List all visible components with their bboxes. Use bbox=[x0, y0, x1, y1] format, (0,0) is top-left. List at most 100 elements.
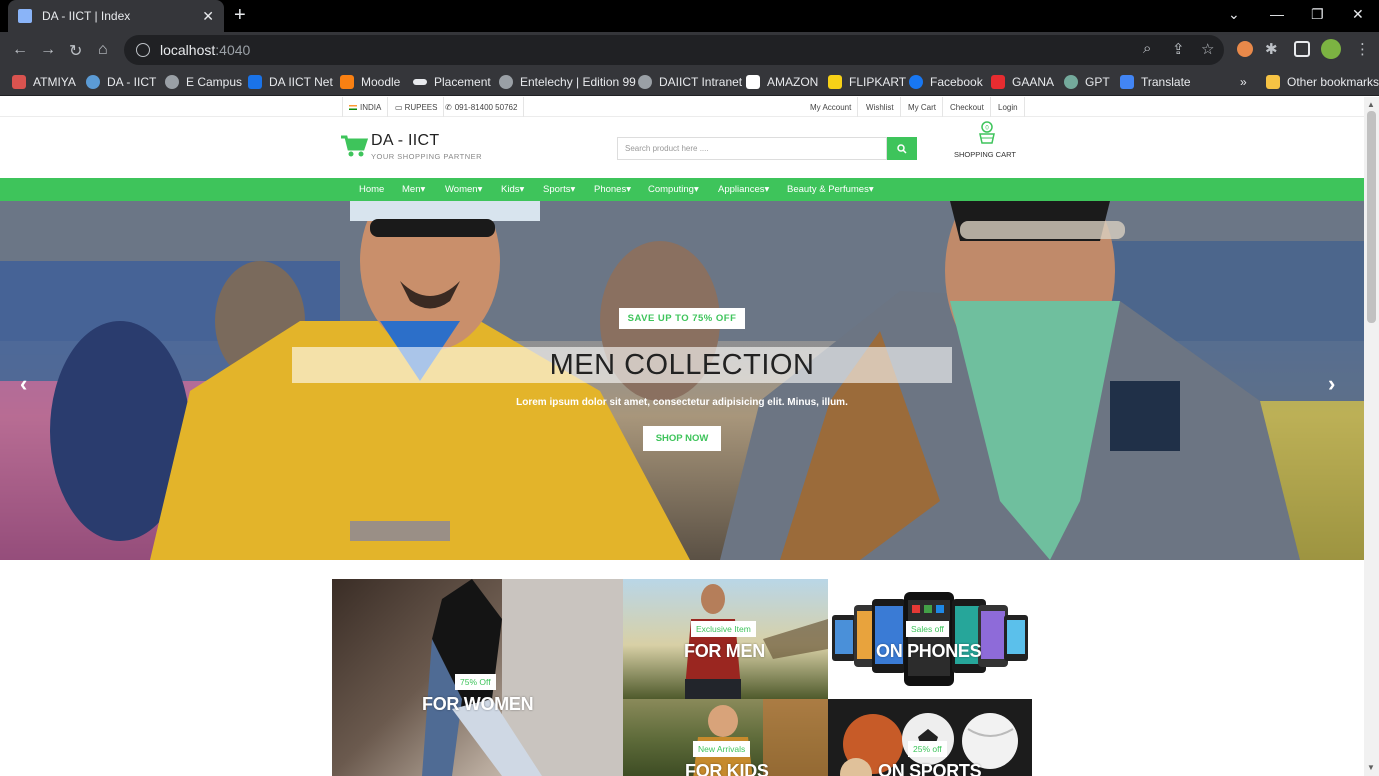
address-bar[interactable]: localhost:4040 bbox=[124, 35, 1224, 65]
search-input[interactable]: Search product here .... bbox=[617, 137, 887, 160]
page-favicon-icon bbox=[18, 9, 32, 23]
nav-sports[interactable]: Sports▾ bbox=[543, 178, 575, 201]
phone-icon: ✆ bbox=[445, 102, 452, 112]
nav-men[interactable]: Men▾ bbox=[402, 178, 425, 201]
shop-now-button[interactable]: SHOP NOW bbox=[643, 426, 721, 451]
nav-appliances[interactable]: Appliances▾ bbox=[718, 178, 769, 201]
link-label: My Cart bbox=[908, 102, 936, 112]
nav-home[interactable]: Home bbox=[359, 178, 384, 201]
url-port: :4040 bbox=[215, 42, 251, 58]
slider-next-icon[interactable]: › bbox=[1328, 371, 1335, 397]
profile-avatar[interactable] bbox=[1321, 39, 1341, 59]
bookmark-entelechy[interactable]: Entelechy | Edition 99 bbox=[499, 74, 636, 90]
bookmark-label: GAANA bbox=[1012, 75, 1055, 89]
site-info-icon[interactable] bbox=[136, 43, 150, 57]
nav-women[interactable]: Women▾ bbox=[445, 178, 482, 201]
extensions-puzzle-icon[interactable]: ✱ bbox=[1265, 40, 1278, 58]
back-icon[interactable]: ← bbox=[12, 41, 28, 59]
maximize-icon[interactable]: ❐ bbox=[1311, 6, 1324, 23]
forward-icon[interactable]: → bbox=[40, 41, 56, 59]
side-panel-icon[interactable] bbox=[1294, 41, 1310, 57]
close-tab-icon[interactable]: ✕ bbox=[202, 8, 214, 25]
login-link[interactable]: Login bbox=[992, 97, 1025, 117]
men-photo bbox=[685, 584, 828, 699]
bookmark-facebook[interactable]: Facebook bbox=[909, 74, 983, 90]
minimize-icon[interactable]: — bbox=[1270, 6, 1284, 22]
shopping-cart-icon[interactable]: 0 bbox=[977, 121, 997, 147]
page-scrollbar[interactable]: ▲ ▼ bbox=[1364, 97, 1379, 776]
other-bookmarks-folder[interactable]: Other bookmarks bbox=[1266, 74, 1379, 90]
bookmark-da-iict-net[interactable]: DA IICT Net bbox=[248, 74, 333, 90]
bookmark-label: Moodle bbox=[361, 75, 401, 89]
tile-for-women[interactable]: 75% Off FOR WOMEN bbox=[332, 579, 623, 776]
zoom-icon[interactable]: ⌕ bbox=[1143, 40, 1151, 57]
shopping-cart-logo-icon[interactable] bbox=[340, 134, 368, 158]
country-selector[interactable]: INDIA bbox=[342, 97, 389, 117]
gpt-icon bbox=[1064, 75, 1078, 89]
extension-icon[interactable] bbox=[1237, 41, 1253, 57]
bookmark-amazon[interactable]: AMAZON bbox=[746, 74, 818, 90]
bookmark-daiict-intranet[interactable]: DAIICT Intranet bbox=[638, 74, 742, 90]
my-account-link[interactable]: My Account bbox=[804, 97, 859, 117]
caret-down-icon: ▾ bbox=[519, 184, 525, 195]
site-logo-title[interactable]: DA - IICT bbox=[371, 132, 439, 150]
bookmark-translate[interactable]: Translate bbox=[1120, 74, 1191, 90]
tile-badge: 75% Off bbox=[455, 674, 496, 690]
placement-icon bbox=[413, 79, 427, 85]
tile-for-kids[interactable]: New Arrivals FOR KIDS bbox=[623, 699, 828, 776]
bookmark-gaana[interactable]: GAANA bbox=[991, 74, 1054, 90]
bookmark-atmiya[interactable]: ATMIYA bbox=[12, 74, 76, 90]
wishlist-link[interactable]: Wishlist bbox=[860, 97, 901, 117]
nav-label: Computing bbox=[648, 184, 694, 195]
tile-on-sports[interactable]: 25% off ON SPORTS bbox=[828, 699, 1032, 776]
facebook-icon bbox=[909, 75, 923, 89]
bookmark-flipkart[interactable]: FLIPKART bbox=[828, 74, 906, 90]
category-grid: 75% Off FOR WOMEN Exclusive Item FOR MEN bbox=[0, 579, 1364, 776]
new-tab-icon[interactable]: + bbox=[234, 4, 246, 27]
bookmark-placement[interactable]: Placement bbox=[413, 74, 491, 90]
web-page: INDIA ▭ RUPEES ✆ 091-81400 50762 My Accoun… bbox=[0, 97, 1364, 776]
more-bookmarks-button[interactable]: » bbox=[1240, 74, 1247, 90]
site-header: DA - IICT YOUR SHOPPING PARTNER Search p… bbox=[0, 117, 1364, 178]
link-label: Checkout bbox=[950, 102, 984, 112]
bookmark-moodle[interactable]: Moodle bbox=[340, 74, 400, 90]
tab-search-chevron-icon[interactable]: ⌄ bbox=[1228, 6, 1240, 23]
bookmarks-bar: ATMIYA DA - IICT E Campus DA IICT Net Mo… bbox=[0, 68, 1379, 96]
tile-badge: New Arrivals bbox=[693, 741, 751, 757]
bookmark-e-campus[interactable]: E Campus bbox=[165, 74, 242, 90]
s-icon bbox=[248, 75, 262, 89]
bookmark-label: Entelechy | Edition 99 bbox=[520, 75, 636, 89]
share-icon[interactable]: ⇪ bbox=[1172, 40, 1185, 58]
nav-computing[interactable]: Computing▾ bbox=[648, 178, 699, 201]
bookmark-da-iict[interactable]: DA - IICT bbox=[86, 74, 156, 90]
checkout-link[interactable]: Checkout bbox=[944, 97, 991, 117]
moodle-icon bbox=[340, 75, 354, 89]
nav-label: Kids bbox=[501, 184, 520, 195]
nav-kids[interactable]: Kids▾ bbox=[501, 178, 524, 201]
reload-icon[interactable]: ↻ bbox=[69, 41, 82, 61]
translate-icon bbox=[1120, 75, 1134, 89]
tile-for-men[interactable]: Exclusive Item FOR MEN bbox=[623, 579, 828, 699]
search-icon bbox=[897, 143, 907, 154]
browser-tab[interactable]: DA - IICT | Index ✕ bbox=[8, 0, 224, 32]
slider-prev-icon[interactable]: ‹ bbox=[20, 371, 27, 397]
home-icon[interactable]: ⌂ bbox=[98, 41, 108, 59]
search-button[interactable] bbox=[887, 137, 917, 160]
caret-down-icon: ▾ bbox=[570, 184, 576, 195]
bookmark-gpt[interactable]: GPT bbox=[1064, 74, 1110, 90]
menu-dots-icon[interactable]: ⋮ bbox=[1355, 40, 1370, 58]
bookmark-label: Facebook bbox=[930, 75, 983, 89]
bookmark-star-icon[interactable]: ☆ bbox=[1201, 40, 1214, 58]
scrollbar-thumb[interactable] bbox=[1367, 111, 1376, 323]
currency-selector[interactable]: ▭ RUPEES bbox=[389, 97, 445, 117]
nav-beauty-perfumes[interactable]: Beauty & Perfumes▾ bbox=[787, 178, 874, 201]
nav-phones[interactable]: Phones▾ bbox=[594, 178, 631, 201]
hero-slider: ‹ › SAVE UP TO 75% OFF MEN COLLECTION Lo… bbox=[0, 201, 1364, 560]
link-label: Login bbox=[998, 102, 1018, 112]
shopping-cart-label[interactable]: SHOPPING CART bbox=[954, 150, 1016, 159]
scroll-up-icon[interactable]: ▲ bbox=[1367, 100, 1375, 109]
my-cart-link[interactable]: My Cart bbox=[902, 97, 943, 117]
scroll-down-icon[interactable]: ▼ bbox=[1367, 763, 1375, 772]
tile-on-phones[interactable]: Sales off ON PHONES bbox=[828, 579, 1032, 699]
close-window-icon[interactable]: ✕ bbox=[1352, 6, 1364, 23]
